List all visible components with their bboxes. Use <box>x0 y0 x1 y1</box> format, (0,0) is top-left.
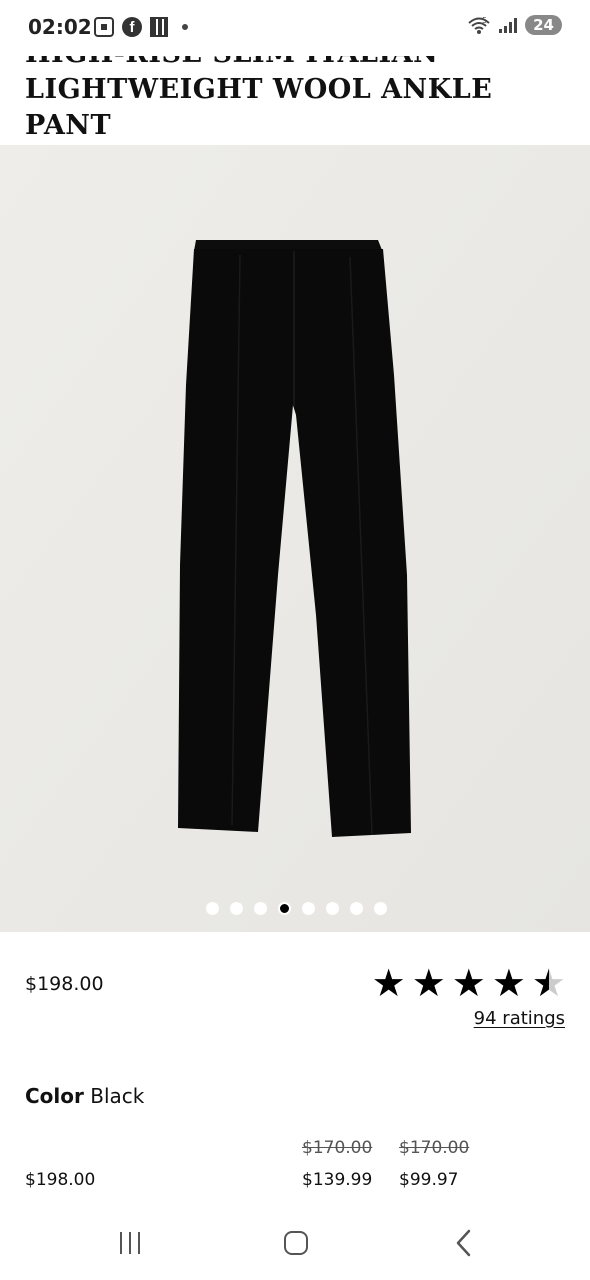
star-icon: ★ <box>451 961 486 1005</box>
qr-icon <box>150 17 168 37</box>
carousel-dot[interactable] <box>349 902 363 915</box>
sale-price: $139.99 <box>302 1170 373 1190</box>
signal-icon <box>499 17 518 33</box>
carousel-dot[interactable] <box>205 902 219 915</box>
half-star-icon: ★★ <box>531 961 566 1005</box>
screenshot-icon <box>94 17 114 37</box>
carousel-dot-active[interactable] <box>277 902 291 915</box>
star-icon: ★ <box>491 961 526 1005</box>
original-price: $170.00 <box>399 1138 470 1158</box>
price-option[interactable]: $170.00 $139.99 <box>302 1136 372 1192</box>
status-time: 02:02 <box>28 15 92 39</box>
price-option[interactable]: $198.00 <box>25 1136 95 1192</box>
status-bar: 02:02 f 5 24 <box>0 0 590 56</box>
battery-icon: 24 <box>525 15 562 35</box>
star-icon: ★ <box>411 961 446 1005</box>
color-row: Color Black <box>25 1084 144 1108</box>
carousel-dot[interactable] <box>373 902 387 915</box>
current-price: $198.00 <box>25 1170 96 1190</box>
carousel-dot[interactable] <box>253 902 267 915</box>
ratings-link[interactable]: 94 ratings <box>474 1008 565 1029</box>
pant-image <box>0 145 590 932</box>
system-nav-bar <box>0 1210 590 1280</box>
status-icons-right: 5 24 <box>467 15 562 35</box>
color-value: Black <box>90 1084 145 1108</box>
carousel-dot[interactable] <box>229 902 243 915</box>
rating-stars[interactable]: ★ ★ ★ ★ ★★ <box>372 963 566 1003</box>
sale-price: $99.97 <box>399 1170 459 1190</box>
product-price: $198.00 <box>25 973 104 995</box>
carousel-dots <box>0 902 590 915</box>
facebook-icon: f <box>122 17 142 37</box>
wifi-icon: 5 <box>468 16 490 34</box>
dot-icon <box>182 24 188 30</box>
carousel-dot[interactable] <box>301 902 315 915</box>
status-icons-left: f <box>94 17 188 37</box>
home-icon[interactable] <box>284 1231 308 1255</box>
network-type: 5 <box>482 16 487 25</box>
back-icon[interactable] <box>454 1228 474 1258</box>
color-label: Color <box>25 1084 84 1108</box>
carousel-dot[interactable] <box>325 902 339 915</box>
original-price: $170.00 <box>302 1138 373 1158</box>
product-image-carousel[interactable] <box>0 145 590 932</box>
price-option[interactable]: $170.00 $99.97 <box>399 1136 469 1192</box>
recents-icon[interactable] <box>120 1232 140 1254</box>
star-icon: ★ <box>371 961 406 1005</box>
original-price <box>25 1136 95 1160</box>
